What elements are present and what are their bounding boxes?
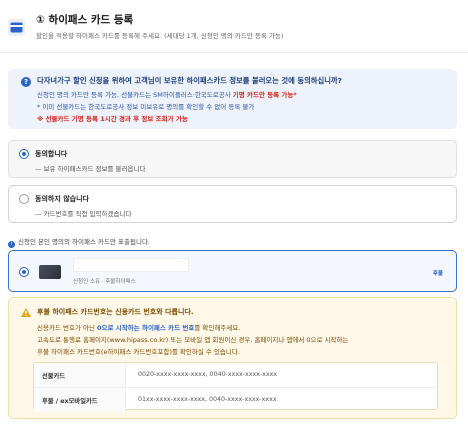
warning-line-1: 신용카드 번호가 아닌 0으로 시작하는 하이패스 카드 번호를 확인해주세요.: [37, 324, 241, 332]
option-disagree[interactable]: 동의하지 않습니다 — 카드번호를 직접 입력하겠습니다: [8, 185, 457, 223]
agree-radio[interactable]: [19, 149, 29, 159]
card-info-line: i 신청인 본인 명의의 하이패스 카드만 표출됩니다.: [8, 236, 150, 248]
disagree-radio[interactable]: [19, 194, 29, 204]
card-image: [39, 265, 61, 279]
card-prefix-table: 선불카드 0020-xxxx-xxxx-xxxx, 0040-xxxx-xxxx…: [33, 362, 438, 412]
card-owner-type: 신청인 소유 · 후불하이패스: [73, 279, 136, 285]
notice-highlight: 기명 카드만 등록 가능*: [232, 91, 297, 99]
warning-line-3: 후불 하이패스 카드번호(e하이패스 카드번호포함)를 확인하실 수 있습니다.: [37, 348, 240, 356]
agree-title: 동의합니다: [35, 150, 68, 158]
card-radio[interactable]: [19, 267, 29, 277]
disagree-title: 동의하지 않습니다: [35, 195, 89, 203]
row-label: 후불 / ex모바일카드: [34, 388, 126, 412]
card-number-warning: 후불 하이패스 카드번호는 신용카드 번호와 다릅니다. 신용카드 번호가 아닌…: [8, 297, 457, 419]
agree-description: — 보유 하이패스카드 정보를 불러옵니다: [35, 165, 146, 173]
card-icon: [8, 19, 25, 36]
notice-line-2: * 이미 선불카드는 한국도로공사 정보 미보유로 명의를 확인할 수 없어 등…: [37, 103, 255, 111]
disagree-description: — 카드번호를 직접 입력하겠습니다: [35, 210, 132, 218]
notice-title: 다자녀가구 할인 신청을 위하여 고객님이 보유한 하이패스카드 정보를 불러오…: [37, 76, 342, 85]
row-value: 0020-xxxx-xxxx-xxxx, 0040-xxxx-xxxx-xxxx: [138, 371, 278, 378]
card-type-badge: 후불: [432, 271, 443, 277]
warning-icon: [21, 308, 31, 317]
consent-notice: ? 다자녀가구 할인 신청을 위하여 고객님이 보유한 하이패스카드 정보를 불…: [8, 69, 457, 129]
page-subtitle: 할인을 적용할 하이패스 카드를 등록해 주세요. (세대당 1개, 신청인 명…: [36, 32, 284, 40]
row-label: 선불카드: [34, 363, 126, 387]
notice-line-1: 신청인 명의 카드만 등록 가능, 선불카드는 SM하이플러스·한국도로공사 기…: [37, 91, 297, 99]
info-icon: i: [8, 241, 15, 248]
page-header: ① 하이패스 카드 등록 할인을 적용할 하이패스 카드를 등록해 주세요. (…: [0, 0, 468, 52]
card-number-masked: [73, 258, 189, 272]
question-icon: ?: [21, 77, 31, 87]
header-divider: [0, 52, 468, 53]
warning-line-2: 고속도로 통행료 홈페이지(www.hipass.co.kr) 또는 모바일 앱…: [37, 336, 349, 344]
table-row: 선불카드 0020-xxxx-xxxx-xxxx, 0040-xxxx-xxxx…: [34, 363, 437, 387]
row-value: 01xx-xxxx-xxxx-xxxx, 0040-xxxx-xxxx-xxxx: [138, 396, 277, 403]
hipass-card-option[interactable]: 신청인 소유 · 후불하이패스 후불: [8, 250, 457, 292]
option-agree[interactable]: 동의합니다 — 보유 하이패스카드 정보를 불러옵니다: [8, 140, 457, 178]
table-row: 후불 / ex모바일카드 01xx-xxxx-xxxx-xxxx, 0040-x…: [34, 387, 437, 412]
page-title: ① 하이패스 카드 등록: [36, 14, 134, 26]
warning-title: 후불 하이패스 카드번호는 신용카드 번호와 다릅니다.: [37, 308, 194, 316]
notice-line-3: ※ 선불카드 기명 등록 1시간 경과 후 정보 조회가 가능: [37, 115, 188, 123]
